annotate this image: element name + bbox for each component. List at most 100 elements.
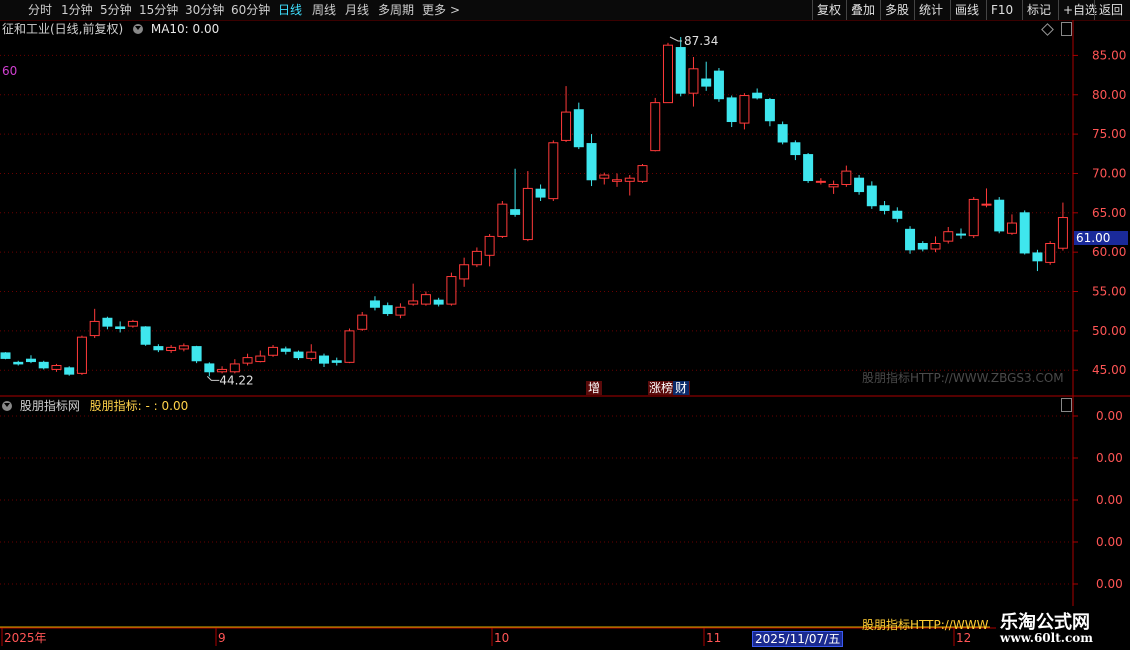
candle-body	[981, 203, 992, 206]
candle-body	[115, 326, 126, 329]
candle-body	[803, 154, 814, 182]
candle-body	[777, 124, 788, 143]
candle-body	[433, 299, 444, 305]
candle-body	[968, 198, 979, 237]
candle-body	[127, 320, 138, 327]
indicator-value: 股朋指标: - : 0.00	[89, 399, 189, 413]
date-year: 2025年	[4, 631, 47, 645]
candle-body	[395, 306, 406, 316]
candle-body	[599, 174, 610, 179]
candle-body	[76, 336, 87, 374]
y-tick-label: 70.00	[1092, 166, 1126, 180]
y-tick-label: 75.00	[1092, 127, 1126, 141]
indicator-name: 股朋指标网	[19, 399, 80, 413]
candle-body	[268, 346, 279, 356]
current-price-tag: 61.00	[1074, 231, 1128, 245]
logo-url: www.60lt.com	[1000, 631, 1093, 645]
candle-body	[217, 368, 228, 373]
candle-body	[420, 294, 431, 305]
indicator-panel-toggle-icon[interactable]	[1061, 398, 1072, 412]
indicator-dropdown-icon[interactable]	[2, 400, 12, 411]
indicator-title-row: 股朋指标网 股朋指标: - : 0.00	[2, 398, 188, 414]
candle-body	[790, 142, 801, 156]
candle-body	[879, 205, 890, 211]
candle-body	[815, 180, 826, 183]
date-month-12: 12	[956, 631, 972, 645]
candlestick-chart[interactable]: 85.00 80.00 75.00 70.00 65.00 60.00 55.00 50.00…	[0, 0, 1130, 650]
candle-body	[561, 111, 572, 141]
candle-body	[140, 326, 151, 345]
candle-body	[675, 47, 686, 94]
candle-body	[369, 300, 380, 308]
candle-body	[637, 165, 648, 182]
candle-body	[612, 179, 623, 182]
candle-body	[522, 187, 533, 241]
candle-body	[382, 305, 393, 315]
event-tag-cai[interactable]: 财	[673, 381, 690, 395]
candle-body	[1032, 252, 1043, 262]
event-tag-zhangbang[interactable]: 涨榜财	[648, 381, 691, 395]
indicator-tick-label: 0.00	[1096, 535, 1123, 549]
y-tick-label: 65.00	[1092, 206, 1126, 220]
indicator-tick-label: 0.00	[1096, 409, 1123, 423]
candle-body	[178, 345, 189, 350]
candle-body	[89, 320, 100, 337]
candle-body	[573, 109, 584, 148]
candle-body	[25, 358, 36, 363]
candle-body	[51, 364, 62, 370]
candle-body	[471, 250, 482, 266]
candle-body	[650, 102, 661, 152]
candle-body	[319, 355, 329, 364]
candle-body	[1006, 222, 1017, 234]
candle-body	[166, 346, 177, 352]
candle-body	[293, 351, 304, 359]
low-annotation: 44.22	[219, 373, 253, 387]
indicator-tick-label: 0.00	[1096, 493, 1123, 507]
candle-body	[892, 210, 903, 219]
candle-body	[956, 233, 966, 236]
indicator-tick-label: 0.00	[1096, 577, 1123, 591]
candle-body	[446, 276, 457, 305]
candle-body	[280, 348, 291, 352]
candle-body	[662, 44, 673, 104]
date-cursor-highlight: 2025/11/07/五	[752, 631, 844, 647]
tag-zt-text: 涨榜	[649, 381, 674, 395]
candle-body	[344, 330, 355, 363]
candle-body	[930, 243, 941, 250]
candle-body	[688, 68, 699, 94]
candle-body	[0, 352, 11, 359]
candle-body	[242, 357, 253, 364]
candle-body	[306, 351, 317, 359]
watermark: 股朋指标HTTP://WWW.ZBGS3.COM	[862, 371, 1064, 385]
candle-body	[13, 361, 24, 365]
y-tick-label: 60.00	[1092, 245, 1126, 259]
candle-body	[1057, 217, 1068, 249]
date-month-9: 9	[218, 631, 226, 645]
candle-body	[510, 209, 521, 215]
candle-body	[204, 363, 215, 373]
candle-body	[191, 346, 202, 362]
candle-body	[726, 97, 737, 123]
y-tick-label: 55.00	[1092, 285, 1126, 299]
high-annotation-pointer	[669, 36, 682, 42]
candle-body	[943, 231, 954, 242]
date-month-11: 11	[706, 631, 722, 645]
candle-body	[497, 203, 508, 237]
candle-body	[102, 317, 113, 327]
y-tick-label: 50.00	[1092, 324, 1126, 338]
candle-body	[548, 142, 559, 200]
candle-body	[255, 355, 266, 363]
candle-body	[357, 314, 368, 330]
candle-body	[331, 360, 342, 363]
low-annotation-pointer	[206, 375, 220, 381]
y-tick-label: 45.00	[1092, 363, 1126, 377]
candle-body	[1045, 243, 1056, 263]
candle-body	[1019, 212, 1030, 254]
candle-body	[739, 95, 750, 124]
high-annotation: 87.34	[684, 34, 718, 48]
event-tag-zeng[interactable]: 增	[586, 381, 603, 395]
candle-body	[841, 170, 852, 185]
candle-body	[229, 363, 240, 373]
candle-body	[64, 367, 75, 375]
candle-body	[866, 185, 877, 207]
